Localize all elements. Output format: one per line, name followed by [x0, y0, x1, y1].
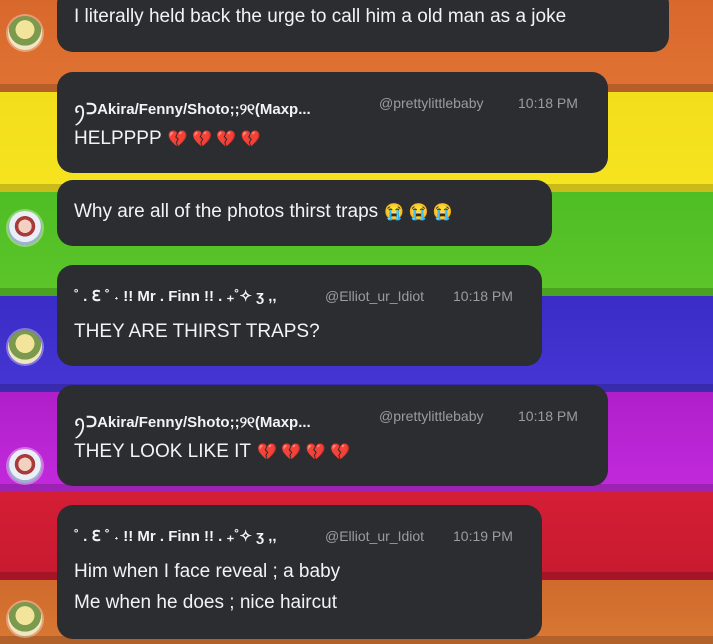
- message-text: THEY LOOK LIKE IT: [74, 441, 252, 462]
- author-name[interactable]: ꪆᑐAkira/Fenny/Shoto;;୨୧(Maxp...: [74, 407, 311, 439]
- message-text: Why are all of the photos thirst traps: [74, 201, 379, 222]
- user-avatar[interactable]: [8, 16, 42, 50]
- author-handle[interactable]: @Elliot_ur_Idiot: [325, 528, 424, 544]
- message-text: THEY ARE THIRST TRAPS?: [74, 321, 320, 342]
- message-bubble[interactable]: I literally held back the urge to call h…: [57, 0, 669, 52]
- broken-heart-icon: 💔 💔 💔 💔: [257, 444, 351, 461]
- message-bubble[interactable]: ꪆᑐAkira/Fenny/Shoto;;୨୧(Maxp... @prettyl…: [57, 385, 608, 486]
- message-timestamp: 10:18 PM: [453, 288, 513, 304]
- author-handle[interactable]: @prettylittlebaby: [379, 95, 483, 111]
- message-text-row: HELPPPP 💔 💔 💔 💔: [74, 128, 261, 150]
- message-timestamp: 10:19 PM: [453, 528, 513, 544]
- message-timestamp: 10:18 PM: [518, 95, 578, 111]
- author-name[interactable]: ˚ . ℇ ˚ ˖ !! Mr . Finn !! . ₊˚✧ ʒ ,,: [74, 527, 277, 545]
- message-text: HELPPPP: [74, 128, 162, 149]
- message-bubble[interactable]: Why are all of the photos thirst traps 😭 …: [57, 180, 552, 246]
- message-text: Me when he does ; nice haircut: [74, 592, 337, 613]
- message-text-row: Why are all of the photos thirst traps 😭 …: [74, 201, 453, 223]
- user-avatar[interactable]: [8, 330, 42, 364]
- message-bubble[interactable]: ˚ . ℇ ˚ ˖ !! Mr . Finn !! . ₊˚✧ ʒ ,, @El…: [57, 505, 542, 639]
- message-bubble[interactable]: ˚ . ℇ ˚ ˖ !! Mr . Finn !! . ₊˚✧ ʒ ,, @El…: [57, 265, 542, 366]
- author-handle[interactable]: @Elliot_ur_Idiot: [325, 288, 424, 304]
- message-text: Him when I face reveal ; a baby: [74, 561, 341, 582]
- author-name[interactable]: ꪆᑐAkira/Fenny/Shoto;;୨୧(Maxp...: [74, 94, 311, 126]
- message-text: I literally held back the urge to call h…: [74, 6, 567, 27]
- user-avatar[interactable]: [8, 449, 42, 483]
- crying-face-icon: 😭 😭 😭: [384, 204, 453, 221]
- user-avatar[interactable]: [8, 602, 42, 636]
- message-text-row: THEY LOOK LIKE IT 💔 💔 💔 💔: [74, 441, 350, 463]
- author-handle[interactable]: @prettylittlebaby: [379, 408, 483, 424]
- author-name[interactable]: ˚ . ℇ ˚ ˖ !! Mr . Finn !! . ₊˚✧ ʒ ,,: [74, 287, 277, 305]
- message-bubble[interactable]: ꪆᑐAkira/Fenny/Shoto;;୨୧(Maxp... @prettyl…: [57, 72, 608, 173]
- user-avatar[interactable]: [8, 211, 42, 245]
- broken-heart-icon: 💔 💔 💔 💔: [167, 131, 261, 148]
- message-timestamp: 10:18 PM: [518, 408, 578, 424]
